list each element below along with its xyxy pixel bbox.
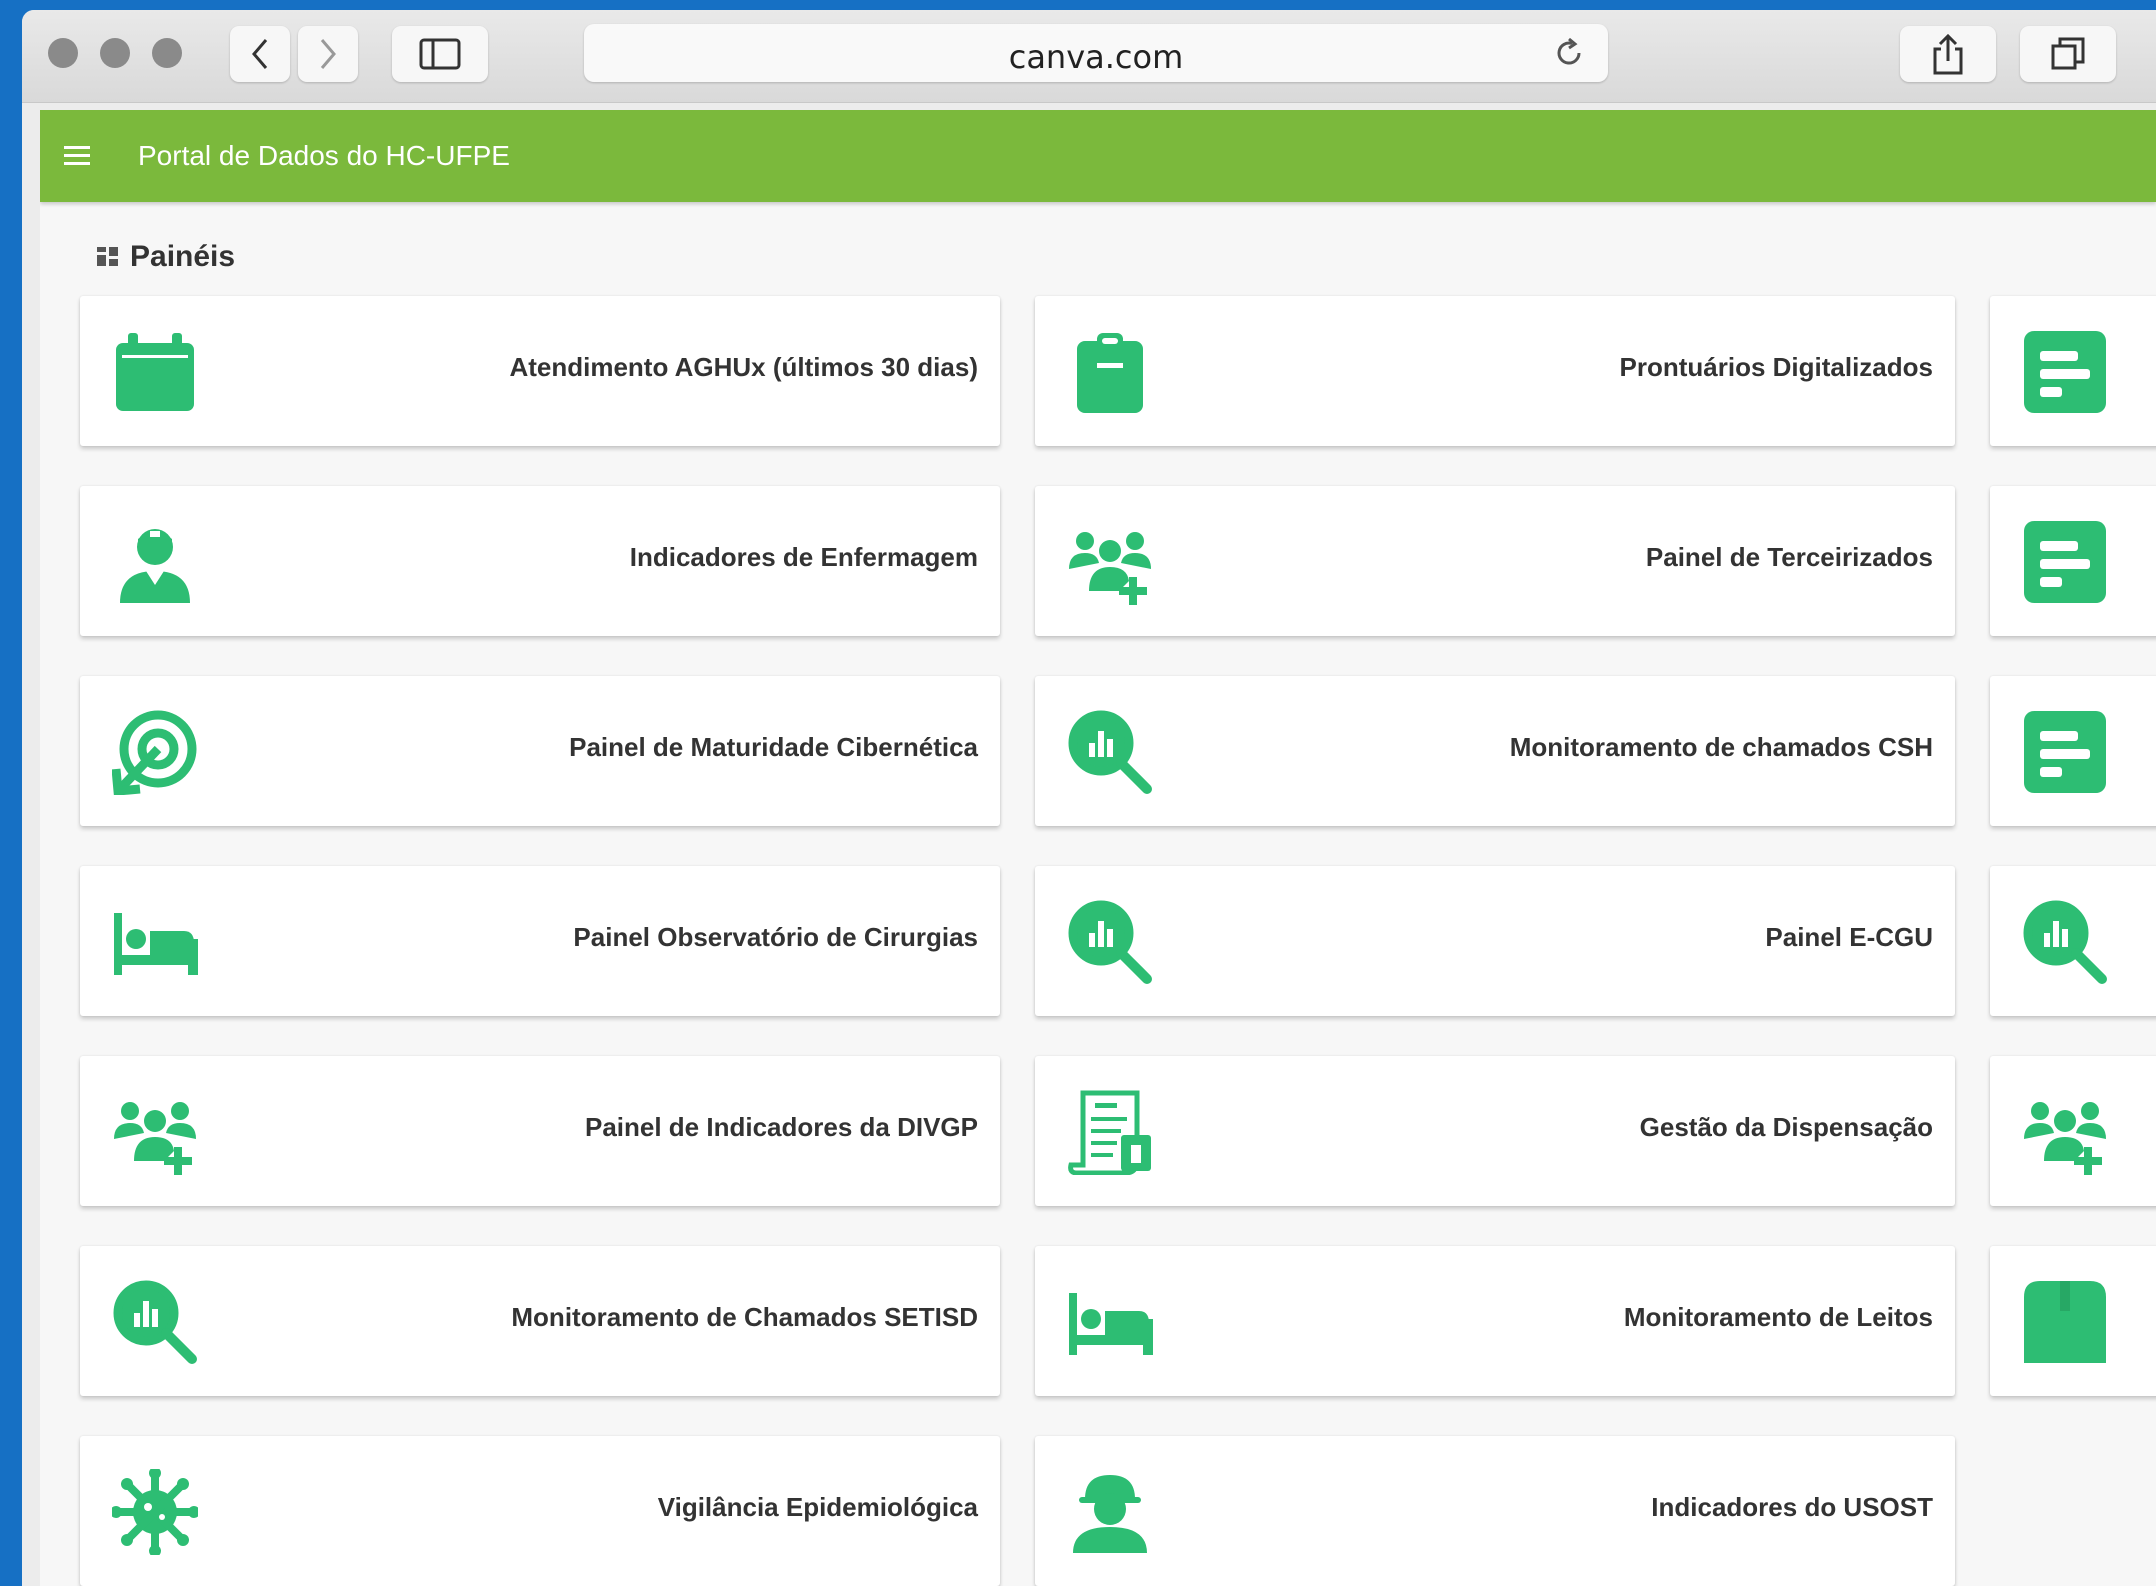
chart-search-icon: [2022, 899, 2108, 985]
dashboard-card[interactable]: Atendimento AGHUx (últimos 30 dias): [80, 296, 1000, 446]
dashboard-card-label: Indicadores de Enfermagem: [629, 542, 978, 572]
back-button[interactable]: [230, 26, 290, 82]
dashboard-card[interactable]: Painel de Maturidade Cibernética: [80, 676, 1000, 826]
dashboard-card[interactable]: Indicadores do USOST: [1035, 1436, 1955, 1586]
section-title: Painéis: [96, 240, 235, 274]
sidebar-toggle-button[interactable]: [392, 26, 488, 82]
dashboard-card-label: Vigilância Epidemiológica: [657, 1492, 978, 1522]
dashboard-card-label: Painel E-CGU: [1765, 922, 1933, 952]
clipboard-icon: [1067, 329, 1153, 415]
virus-icon: [110, 1467, 200, 1557]
address-bar[interactable]: canva.com: [584, 24, 1608, 82]
sidebar-icon: [419, 38, 461, 70]
menu-icon[interactable]: [64, 144, 90, 166]
bed-icon: [112, 899, 198, 985]
chart-search-icon: [112, 1279, 198, 1365]
browser-toolbar: canva.com: [22, 10, 2156, 103]
dashboard-card[interactable]: [1990, 676, 2156, 826]
chart-search-icon: [1067, 709, 1153, 795]
dashboard-card-label: Atendimento AGHUx (últimos 30 dias): [509, 352, 978, 382]
dashboard-card-label: Monitoramento de chamados CSH: [1509, 732, 1933, 762]
browser-window: canva.com Portal de Dados do HC-UFPE Pai…: [22, 10, 2156, 1586]
dashboard-card[interactable]: Monitoramento de chamados CSH: [1035, 676, 1955, 826]
reload-icon[interactable]: [1552, 36, 1586, 70]
worker-icon: [1067, 1469, 1153, 1555]
section-title-text: Painéis: [130, 240, 236, 273]
share-button[interactable]: [1900, 26, 1996, 82]
dashboard-card[interactable]: Painel Observatório de Cirurgias: [80, 866, 1000, 1016]
tabs-overview-button[interactable]: [2020, 26, 2116, 82]
dashboard-card-label: Painel de Indicadores da DIVGP: [584, 1112, 978, 1142]
target-arrow-icon: [111, 709, 198, 796]
dashboard-card[interactable]: Indicadores de Enfermagem: [80, 486, 1000, 636]
dashboard-card[interactable]: Monitoramento de Leitos: [1035, 1246, 1955, 1396]
document-chart-icon: [2022, 329, 2108, 415]
nurse-icon: [112, 519, 198, 605]
dashboard-card-label: Monitoramento de Leitos: [1623, 1302, 1933, 1332]
page-content: Portal de Dados do HC-UFPE Painéis Atend…: [40, 110, 2156, 1586]
dashboard-card[interactable]: Painel E-CGU: [1035, 866, 1955, 1016]
user-group-add-icon: [1067, 519, 1153, 605]
chevron-right-icon: [320, 39, 336, 69]
zoom-window-button[interactable]: [152, 38, 182, 68]
bed-icon: [1067, 1279, 1153, 1365]
dashboard-card[interactable]: [1990, 866, 2156, 1016]
share-icon: [1933, 33, 1963, 75]
dashboard-card[interactable]: [1990, 296, 2156, 446]
url-text: canva.com: [1008, 38, 1184, 76]
chevron-left-icon: [252, 39, 268, 69]
document-chart-icon: [2022, 709, 2108, 795]
chart-search-icon: [1067, 899, 1153, 985]
dashboard-card-label: Gestão da Dispensação: [1639, 1112, 1933, 1142]
dashboard-card[interactable]: Monitoramento de Chamados SETISD: [80, 1246, 1000, 1396]
dashboard-card[interactable]: Vigilância Epidemiológica: [80, 1436, 1000, 1586]
dashboard-card-label: Painel de Maturidade Cibernética: [569, 732, 978, 762]
dashboard-card-label: Indicadores do USOST: [1651, 1492, 1933, 1522]
user-group-add-icon: [2022, 1089, 2108, 1175]
app-bar: Portal de Dados do HC-UFPE: [40, 110, 2156, 202]
minimize-window-button[interactable]: [100, 38, 130, 68]
dashboard-card[interactable]: Prontuários Digitalizados: [1035, 296, 1955, 446]
user-group-add-icon: [112, 1089, 198, 1175]
tabs-icon: [2051, 37, 2085, 70]
dashboard-grid-icon: [97, 247, 118, 266]
calendar-icon: [112, 329, 198, 415]
dashboard-card-label: Monitoramento de Chamados SETISD: [511, 1302, 978, 1332]
dashboard-card[interactable]: Painel de Indicadores da DIVGP: [80, 1056, 1000, 1206]
dashboard-card-label: Painel Observatório de Cirurgias: [573, 922, 978, 952]
prescription-icon: [1067, 1089, 1153, 1176]
dashboard-card[interactable]: Painel de Terceirizados: [1035, 486, 1955, 636]
dashboard-card[interactable]: [1990, 1056, 2156, 1206]
document-chart-icon: [2022, 519, 2108, 605]
forward-button[interactable]: [298, 26, 358, 82]
dashboard-card[interactable]: [1990, 486, 2156, 636]
app-title: Portal de Dados do HC-UFPE: [138, 140, 510, 171]
dashboard-card-label: Prontuários Digitalizados: [1619, 352, 1934, 382]
close-window-button[interactable]: [48, 38, 78, 68]
dashboard-card[interactable]: Gestão da Dispensação: [1035, 1056, 1955, 1206]
box-icon: [2022, 1279, 2108, 1365]
dashboard-card[interactable]: [1990, 1246, 2156, 1396]
dashboard-card-label: Painel de Terceirizados: [1645, 542, 1933, 572]
